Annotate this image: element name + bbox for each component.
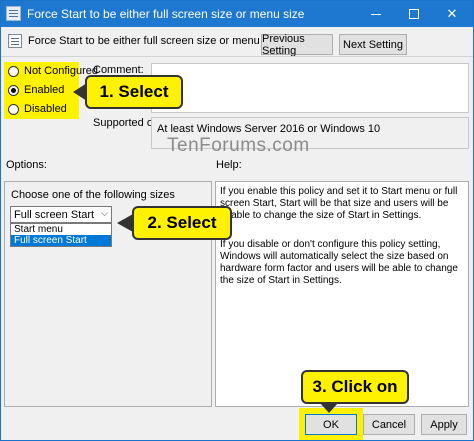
options-caption: Choose one of the following sizes xyxy=(11,189,175,201)
apply-button[interactable]: Apply xyxy=(421,414,467,435)
next-setting-button[interactable]: Next Setting xyxy=(339,34,407,55)
radio-enabled[interactable]: Enabled xyxy=(8,84,64,96)
minimize-button[interactable] xyxy=(357,1,395,27)
callout-step-1: 1. Select xyxy=(85,75,183,109)
policy-dialog: Force Start to be either full screen siz… xyxy=(0,0,474,441)
help-paragraph: If you enable this policy and set it to … xyxy=(220,186,458,221)
window-title: Force Start to be either full screen siz… xyxy=(27,7,305,21)
size-combobox[interactable]: Full screen Start ⌵ xyxy=(10,206,112,223)
help-label: Help: xyxy=(216,159,242,171)
radio-label: Enabled xyxy=(24,84,65,96)
dropdown-option-start-menu[interactable]: Start menu xyxy=(11,224,111,235)
comment-input[interactable] xyxy=(151,63,469,113)
radio-not-configured[interactable]: Not Configured xyxy=(8,65,98,77)
previous-setting-button[interactable]: Previous Setting xyxy=(261,33,333,57)
callout-arrow-icon xyxy=(320,403,338,413)
callout-step-2: 2. Select xyxy=(132,206,232,240)
policy-document-icon xyxy=(6,6,21,21)
maximize-button[interactable] xyxy=(395,1,433,27)
callout-arrow-icon xyxy=(117,214,133,232)
policy-title: Force Start to be either full screen siz… xyxy=(28,35,283,47)
title-bar[interactable]: Force Start to be either full screen siz… xyxy=(1,1,473,27)
radio-circle-icon xyxy=(8,103,19,115)
radio-checked-icon xyxy=(8,84,19,96)
supported-value: At least Windows Server 2016 or Windows … xyxy=(157,123,381,135)
combobox-value: Full screen Start xyxy=(14,209,95,221)
ok-button[interactable]: OK xyxy=(305,414,357,435)
dropdown-option-full-screen-start[interactable]: Full screen Start xyxy=(11,235,111,246)
size-dropdown-list: Start menu Full screen Start xyxy=(10,223,112,247)
cancel-button[interactable]: Cancel xyxy=(363,414,415,435)
close-button[interactable]: ✕ xyxy=(433,1,471,27)
options-label: Options: xyxy=(6,159,47,171)
maximize-icon xyxy=(409,9,419,19)
minimize-icon xyxy=(371,13,381,15)
radio-disabled[interactable]: Disabled xyxy=(8,103,67,115)
help-paragraph: If you disable or don't configure this p… xyxy=(220,239,458,286)
header-divider xyxy=(1,56,473,57)
policy-document-icon xyxy=(8,34,22,48)
callout-step-3: 3. Click on xyxy=(301,370,409,404)
radio-label: Disabled xyxy=(24,103,67,115)
chevron-down-icon[interactable]: ⌵ xyxy=(101,208,108,219)
radio-circle-icon xyxy=(8,65,19,77)
watermark: TenForums.com xyxy=(167,135,310,156)
